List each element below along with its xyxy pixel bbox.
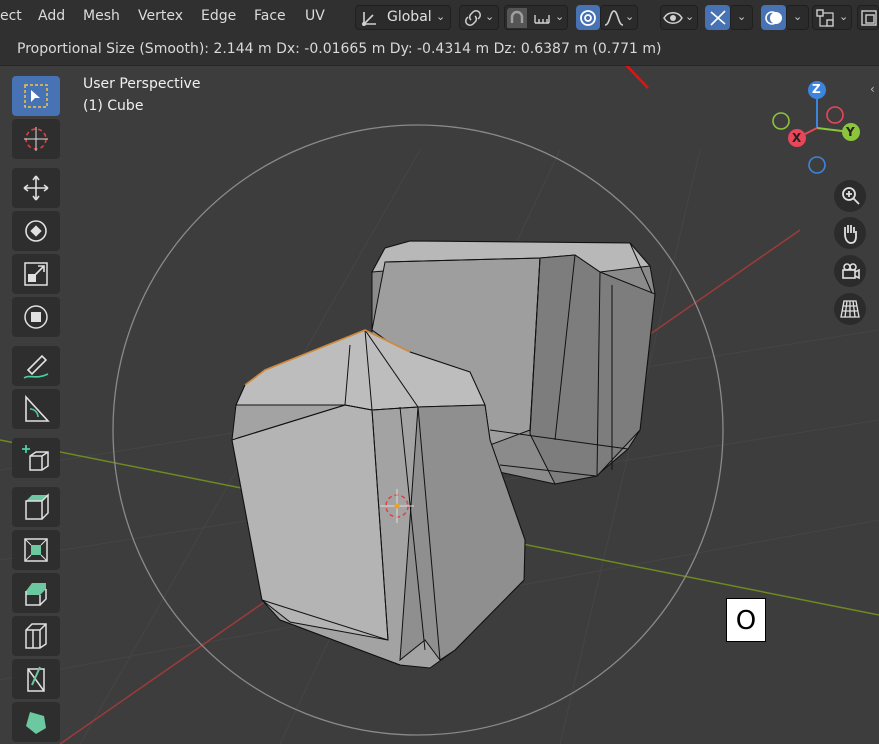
transform-icon	[24, 305, 48, 329]
cursor-tool[interactable]	[12, 119, 60, 159]
chevron-down-icon: ⌄	[436, 10, 446, 23]
measure-icon	[25, 395, 50, 422]
pan-button[interactable]	[834, 217, 866, 249]
object-name-label: (1) Cube	[83, 98, 144, 114]
snap-dropdown[interactable]: ⌄	[504, 5, 568, 30]
viewport-header: ect Add Mesh Vertex Edge Face UV Global …	[0, 0, 879, 34]
overlays-toggle[interactable]	[761, 5, 786, 30]
orientation-label: Global	[387, 9, 432, 25]
add-cube-icon	[22, 445, 49, 471]
move-icon	[23, 175, 49, 201]
operator-status-bar: Proportional Size (Smooth): 2.144 m Dx: …	[0, 34, 879, 66]
poly-build-icon	[26, 712, 46, 734]
overlays-dropdown[interactable]: ⌄	[786, 5, 809, 30]
pan-hand-icon	[844, 225, 857, 244]
chevron-down-icon: ⌄	[625, 10, 635, 23]
knife-icon	[27, 666, 45, 692]
bevel-tool[interactable]	[12, 573, 60, 613]
annotate-icon	[23, 354, 49, 379]
perspective-toggle-button[interactable]	[834, 293, 866, 325]
poly-build-tool[interactable]	[12, 702, 60, 742]
knife-tool[interactable]	[12, 659, 60, 699]
add-cube-tool[interactable]	[12, 438, 60, 478]
transform-orientation-dropdown[interactable]: Global ⌄	[355, 5, 451, 30]
gizmo-icon	[710, 10, 726, 26]
transform-tool[interactable]	[12, 297, 60, 337]
chevron-down-icon: ⌄	[793, 10, 803, 23]
annotate-tool[interactable]	[12, 346, 60, 386]
extrude-icon	[25, 493, 49, 520]
move-tool[interactable]	[12, 168, 60, 208]
menu-vertex[interactable]: Vertex	[138, 8, 183, 24]
menu-mesh[interactable]: Mesh	[83, 8, 120, 24]
gizmo-toggle[interactable]	[705, 5, 730, 30]
pivot-point-dropdown[interactable]: ⌄	[459, 5, 499, 30]
keypress-indicator: O	[726, 598, 766, 642]
chevron-down-icon: ⌄	[555, 10, 565, 23]
3d-viewport[interactable]: Z Y X User Perspective (1) Cube ‹ O	[0, 66, 879, 744]
grid-perspective-icon	[840, 300, 860, 318]
menu-uv[interactable]: UV	[305, 8, 325, 24]
chevron-down-icon: ⌄	[737, 10, 747, 23]
camera-view-button[interactable]	[834, 255, 866, 287]
inset-tool[interactable]	[12, 530, 60, 570]
menu-select[interactable]: ect	[0, 8, 22, 24]
menu-edge[interactable]: Edge	[201, 8, 236, 24]
gizmo-x-label[interactable]: X	[792, 131, 801, 145]
xray-icon	[861, 10, 877, 26]
menu-face[interactable]: Face	[254, 8, 286, 24]
inset-icon	[24, 538, 48, 562]
snap-magnet-icon	[507, 8, 527, 28]
operator-status-text: Proportional Size (Smooth): 2.144 m Dx: …	[17, 41, 662, 57]
measure-tool[interactable]	[12, 389, 60, 429]
proportional-editing-toggle[interactable]	[576, 5, 600, 30]
zoom-button[interactable]	[834, 180, 866, 212]
xray-toggle[interactable]	[857, 5, 879, 30]
extrude-tool[interactable]	[12, 487, 60, 527]
loop-cut-tool[interactable]	[12, 616, 60, 656]
snap-increment-icon	[534, 15, 550, 24]
eye-visibility-icon	[663, 12, 683, 24]
mesh-select-icon	[816, 9, 834, 27]
rotate-tool[interactable]	[12, 211, 60, 251]
proportional-editing-icon	[580, 10, 596, 26]
menu-add[interactable]: Add	[38, 8, 65, 24]
chevron-down-icon: ⌄	[485, 10, 495, 23]
select-box-icon	[24, 84, 48, 108]
view-name-label: User Perspective	[83, 76, 201, 92]
chevron-down-icon: ⌄	[839, 10, 849, 23]
gizmo-z-label[interactable]: Z	[812, 82, 821, 96]
sidebar-toggle-icon[interactable]: ‹	[870, 82, 875, 96]
zoom-icon	[842, 187, 860, 205]
overlay-icon	[765, 11, 782, 25]
scale-icon	[24, 262, 48, 286]
gizmo-dropdown[interactable]: ⌄	[730, 5, 753, 30]
camera-icon	[842, 263, 860, 280]
loop-cut-icon	[25, 623, 47, 649]
cursor-icon	[24, 127, 48, 151]
selectability-visibility-dropdown[interactable]: ⌄	[660, 5, 698, 30]
falloff-dropdown[interactable]: ⌄	[600, 5, 638, 30]
scale-tool[interactable]	[12, 254, 60, 294]
chevron-down-icon: ⌄	[685, 10, 695, 23]
gizmo-y-label[interactable]: Y	[846, 125, 855, 139]
link-icon	[465, 10, 481, 26]
falloff-smooth-icon	[604, 10, 624, 26]
bevel-icon	[25, 583, 47, 606]
transform-orientation-icon	[362, 12, 376, 26]
select-box-tool[interactable]	[12, 76, 60, 116]
mesh-edit-overlays-dropdown[interactable]: ⌄	[812, 5, 852, 30]
rotate-icon	[25, 220, 47, 242]
